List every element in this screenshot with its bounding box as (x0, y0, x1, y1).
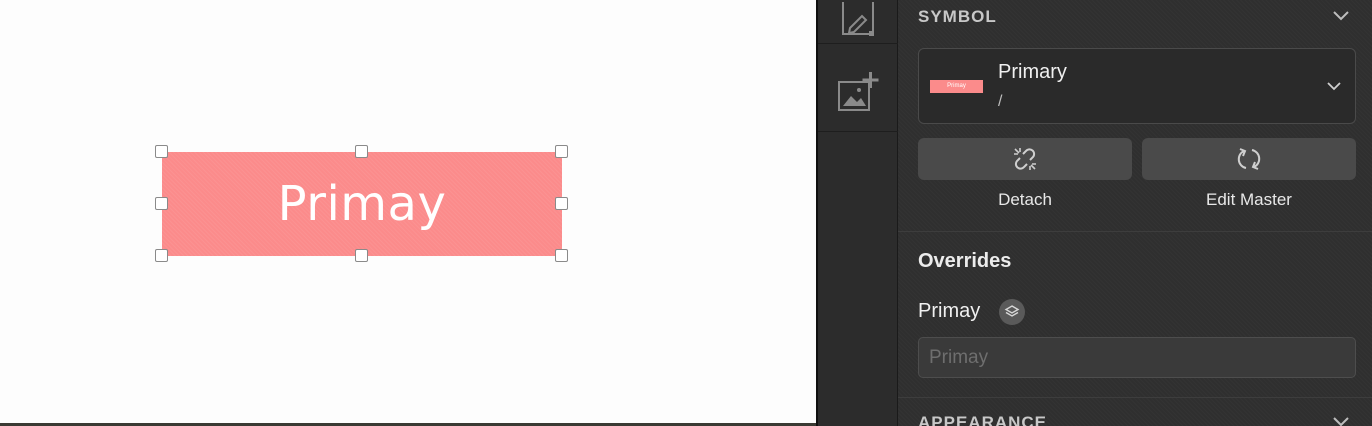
design-canvas[interactable]: Primay (0, 0, 816, 426)
symbol-path: / (998, 93, 1003, 110)
symbol-section-title: SYMBOL (918, 7, 997, 26)
tool-strip (816, 0, 898, 426)
edit-shape-icon (842, 1, 874, 36)
chevron-down-icon (1327, 82, 1341, 91)
layers-icon[interactable] (999, 299, 1025, 325)
collapse-chevron-icon[interactable] (1332, 416, 1350, 426)
edit-shape-button[interactable] (818, 0, 898, 44)
symbol-name: Primary (998, 61, 1067, 83)
resize-handle-bottom-right[interactable] (555, 249, 568, 262)
layers-glyph-icon (1004, 305, 1020, 317)
resize-handle-top-right[interactable] (555, 145, 568, 158)
resize-handle-bottom[interactable] (355, 249, 368, 262)
override-field-label: Primay (918, 300, 981, 322)
resize-handle-bottom-left[interactable] (155, 249, 168, 262)
inspector-panel: SYMBOL Primay Primary / Detach Edit Mast… (898, 0, 1372, 426)
overrides-title: Overrides (918, 250, 1012, 272)
section-divider (898, 397, 1372, 398)
edit-master-button[interactable] (1142, 138, 1356, 180)
symbol-instance[interactable]: Primay (162, 152, 562, 256)
symbol-picker[interactable]: Primay Primary / (918, 48, 1356, 124)
symbol-instance-text: Primay (277, 176, 447, 232)
add-image-icon (838, 71, 879, 111)
section-divider (898, 231, 1372, 232)
resize-handle-top[interactable] (355, 145, 368, 158)
override-text-input[interactable] (918, 337, 1356, 378)
unlink-icon (1014, 148, 1036, 170)
appearance-section-title: APPEARANCE (918, 413, 1048, 426)
edit-master-label: Edit Master (1206, 190, 1292, 209)
collapse-chevron-icon[interactable] (1332, 10, 1350, 22)
detach-button[interactable] (918, 138, 1132, 180)
resize-handle-top-left[interactable] (155, 145, 168, 158)
detach-label: Detach (998, 190, 1052, 209)
sync-icon (1237, 148, 1261, 170)
resize-handle-left[interactable] (155, 197, 168, 210)
resize-handle-right[interactable] (555, 197, 568, 210)
add-image-button[interactable] (818, 54, 898, 132)
symbol-thumbnail: Primay (930, 80, 983, 93)
